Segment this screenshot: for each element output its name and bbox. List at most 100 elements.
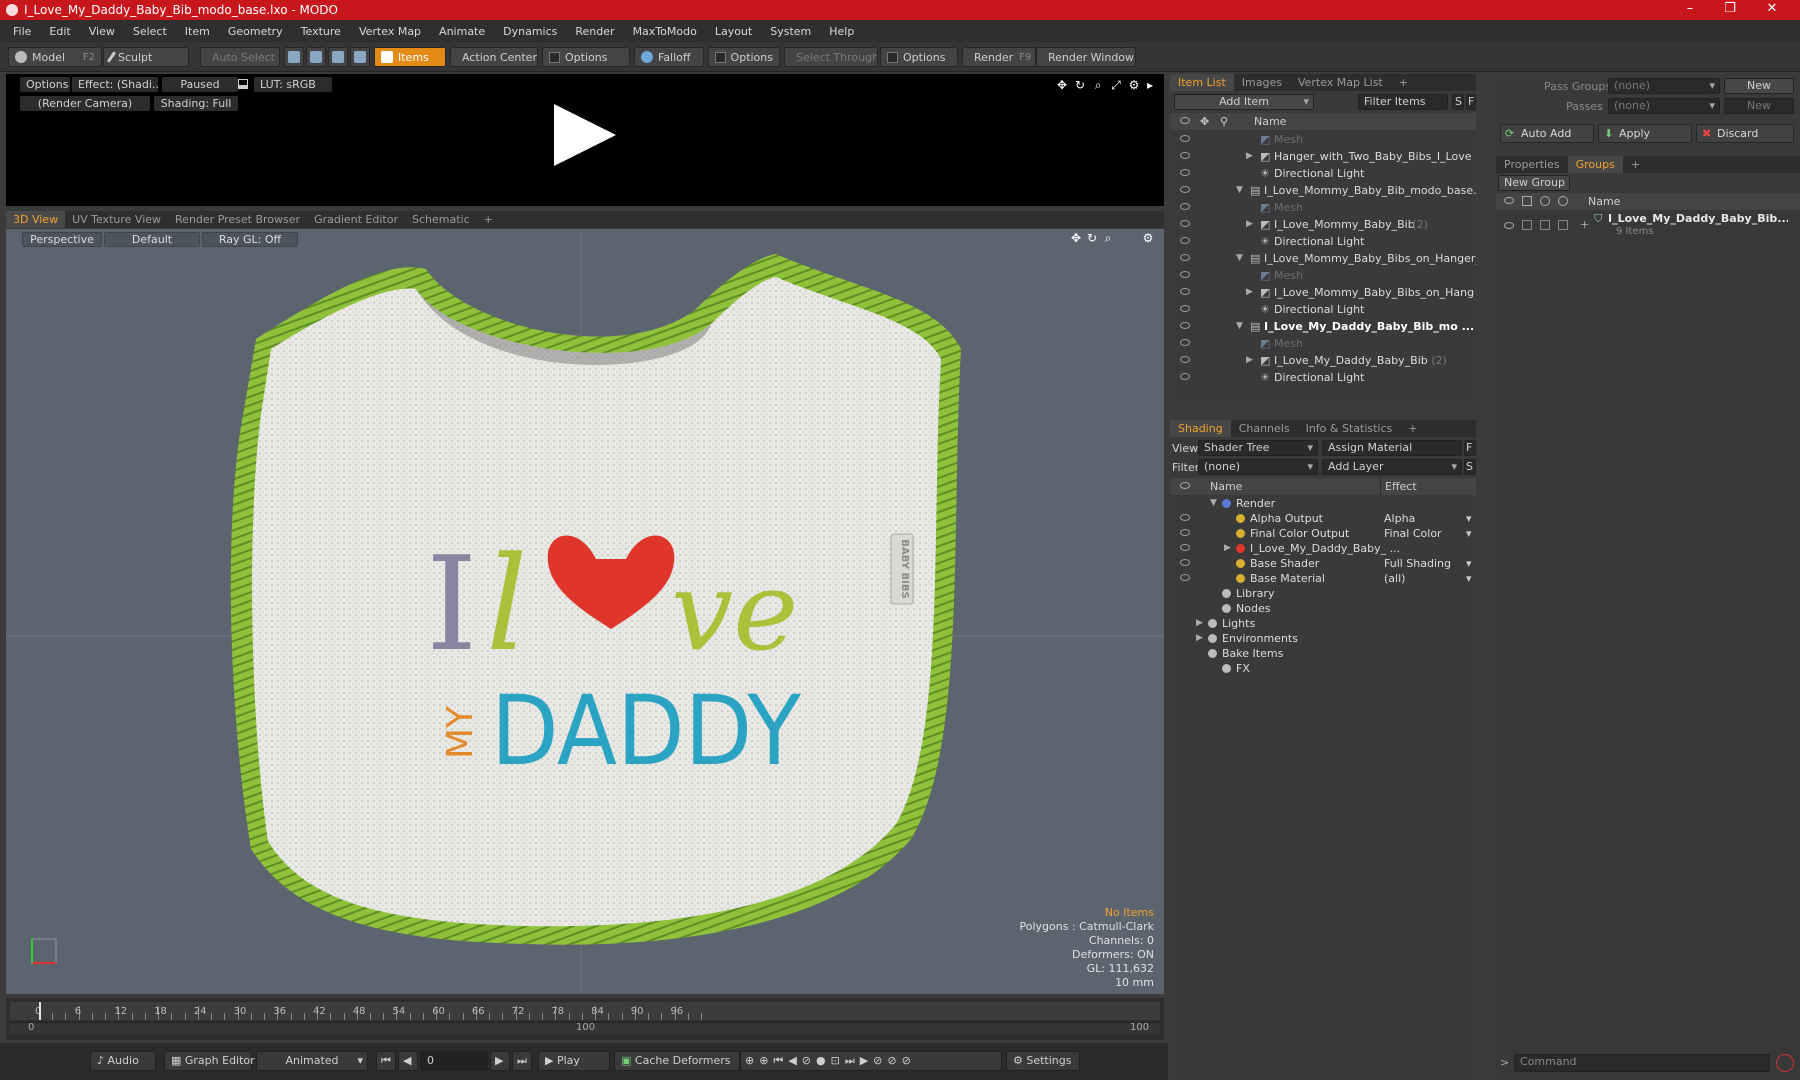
expand-arrow-icon[interactable]: ▶ (1196, 616, 1203, 631)
falloff-button[interactable]: Falloff (634, 47, 704, 67)
tab-info-statistics[interactable]: Info & Statistics (1298, 420, 1401, 437)
eye-icon[interactable] (1180, 203, 1190, 210)
tab-add[interactable]: + (1623, 156, 1648, 173)
audio-button[interactable]: ♪ Audio (90, 1051, 156, 1071)
paused-status[interactable]: Paused (162, 77, 238, 92)
lock-icon[interactable] (238, 79, 248, 89)
item-list-row[interactable]: ▼ ▤ I_Love_Mommy_Baby_Bibs_on_Hanger_... (1170, 250, 1476, 267)
eye-icon[interactable] (1180, 574, 1190, 581)
viewport-tab-3d-view[interactable]: 3D View (6, 211, 66, 228)
select-materials-button[interactable] (350, 47, 370, 67)
item-list-row[interactable]: ◩ Mesh (1170, 131, 1476, 148)
restore-icon[interactable]: ❐ (1710, 0, 1750, 20)
shader-name-header[interactable]: Name (1210, 478, 1242, 495)
shader-tree-row[interactable]: ▶ I_Love_My_Daddy_Baby_ ... (1170, 541, 1476, 556)
eye-icon[interactable] (1180, 559, 1190, 566)
shader-tree-row[interactable]: Bake Items (1170, 646, 1476, 661)
render-column-icon[interactable] (1522, 196, 1532, 206)
new-pass-group-button[interactable]: New (1724, 78, 1794, 94)
view-dropdown[interactable]: Shader Tree (1198, 440, 1318, 456)
eye-icon[interactable] (1180, 152, 1190, 159)
item-list-row[interactable]: ▶ ◩ I_Love_Mommy_Baby_Bib (2) (1170, 216, 1476, 233)
filter-s-button[interactable]: S (1452, 94, 1464, 110)
settings-button[interactable]: ⚙ Settings (1006, 1051, 1080, 1071)
tab-add[interactable]: + (1400, 420, 1425, 437)
maximize-icon[interactable]: ⤢ (1110, 79, 1122, 91)
auto-select-button[interactable]: Auto Select (200, 47, 280, 67)
tab-channels[interactable]: Channels (1231, 420, 1298, 437)
menu-item-maxtomodo[interactable]: MaxToModo (624, 25, 706, 38)
arrow-right-icon[interactable]: ▸ (1144, 79, 1156, 91)
tab-shading[interactable]: Shading (1170, 420, 1231, 437)
eye-icon[interactable] (1504, 222, 1514, 229)
cache-deformers-button[interactable]: ▣ Cache Deformers (614, 1051, 740, 1071)
item-list-row[interactable]: ▶ ◩ I_Love_Mommy_Baby_Bibs_on_Hang ... (1170, 284, 1476, 301)
prev-frame-button[interactable]: ◀ (398, 1051, 418, 1071)
shader-tree-row[interactable]: Alpha Output Alpha ▾ (1170, 511, 1476, 526)
shader-tree-row[interactable]: ▶ Lights (1170, 616, 1476, 631)
eye-icon[interactable] (1180, 305, 1190, 312)
render-toggle[interactable] (1522, 220, 1532, 230)
action-center-button[interactable]: Action Center (450, 47, 538, 67)
group-name[interactable]: I_Love_My_Daddy_Baby_Bib... (1608, 212, 1788, 225)
command-input[interactable]: Command (1514, 1054, 1770, 1072)
render-camera-dropdown[interactable]: (Render Camera) (20, 96, 150, 111)
shader-effect[interactable]: Full Shading (1384, 556, 1474, 571)
eye-icon[interactable] (1180, 237, 1190, 244)
graph-editor-button[interactable]: ▦ Graph Editor (164, 1051, 255, 1071)
apply-button[interactable]: ⬇ Apply (1598, 124, 1692, 143)
eye-icon[interactable] (1180, 220, 1190, 227)
lut-dropdown[interactable]: LUT: sRGB (254, 77, 332, 92)
item-list-row[interactable]: ☀ Directional Light (1170, 165, 1476, 182)
last-frame-button[interactable]: ⏭ (512, 1051, 532, 1071)
shader-tree-row[interactable]: Base Material (all) ▾ (1170, 571, 1476, 586)
tab-groups[interactable]: Groups (1567, 156, 1623, 173)
viewport-tab-uv-texture-view[interactable]: UV Texture View (65, 211, 168, 228)
viewport-tab-gradient-editor[interactable]: Gradient Editor (307, 211, 405, 228)
shader-tree-row[interactable]: FX (1170, 661, 1476, 676)
shader-tree-row[interactable]: ▼ Render (1170, 496, 1476, 511)
pass-groups-dropdown[interactable]: (none) (1608, 78, 1720, 94)
item-list-row[interactable]: ▼ ▤ I_Love_My_Daddy_Baby_Bib_mo ... (1170, 318, 1476, 335)
menu-item-dynamics[interactable]: Dynamics (494, 25, 566, 38)
menu-item-item[interactable]: Item (176, 25, 219, 38)
menu-item-render[interactable]: Render (566, 25, 623, 38)
collapse-arrow-icon[interactable]: ▼ (1236, 182, 1243, 199)
expand-arrow-icon[interactable]: ▶ (1196, 631, 1203, 646)
select-vertices-button[interactable] (284, 47, 304, 67)
first-frame-button[interactable]: ⏮ (376, 1051, 396, 1071)
chevron-down-icon[interactable]: ▾ (1466, 571, 1472, 586)
shading-f-button[interactable]: F (1464, 440, 1476, 456)
discard-button[interactable]: ✖ Discard (1696, 124, 1794, 143)
item-list-row[interactable]: ◩ Mesh (1170, 199, 1476, 216)
eye-icon[interactable] (1180, 529, 1190, 536)
collapse-arrow-icon[interactable]: ▼ (1236, 250, 1243, 267)
eye-icon[interactable] (1180, 135, 1190, 142)
lock-column-icon[interactable]: ✥ (1200, 113, 1209, 130)
menu-item-animate[interactable]: Animate (430, 25, 494, 38)
record-macro-icon[interactable] (1776, 1054, 1794, 1072)
chevron-down-icon[interactable]: ▾ (1466, 526, 1472, 541)
menu-item-vertex-map[interactable]: Vertex Map (350, 25, 430, 38)
sculpt-mode-button[interactable]: Sculpt (103, 47, 189, 67)
select-through-button[interactable]: Select Through (784, 47, 878, 67)
select-column-icon[interactable] (1558, 196, 1568, 206)
menu-item-file[interactable]: File (4, 25, 40, 38)
menu-item-layout[interactable]: Layout (706, 25, 761, 38)
tab-properties[interactable]: Properties (1496, 156, 1568, 173)
close-icon[interactable]: ✕ (1752, 0, 1792, 20)
rotate-icon[interactable]: ↻ (1074, 79, 1086, 91)
item-list-row[interactable]: ☀ Directional Light (1170, 233, 1476, 250)
chevron-down-icon[interactable]: ▾ (1466, 556, 1472, 571)
item-list-row[interactable]: ◩ Mesh (1170, 335, 1476, 352)
lock-column-icon[interactable] (1540, 196, 1550, 206)
expand-arrow-icon[interactable]: ▶ (1246, 284, 1253, 301)
type-column-icon[interactable]: ⚲ (1220, 113, 1228, 130)
collapse-arrow-icon[interactable]: ▼ (1210, 496, 1217, 511)
filter-f-button[interactable]: F (1466, 94, 1476, 110)
new-pass-button[interactable]: New (1724, 98, 1794, 114)
menu-item-edit[interactable]: Edit (40, 25, 79, 38)
shader-tree-row[interactable]: Library (1170, 586, 1476, 601)
tab-vertex-map-list[interactable]: Vertex Map List (1290, 74, 1391, 91)
select-polygons-button[interactable] (328, 47, 348, 67)
